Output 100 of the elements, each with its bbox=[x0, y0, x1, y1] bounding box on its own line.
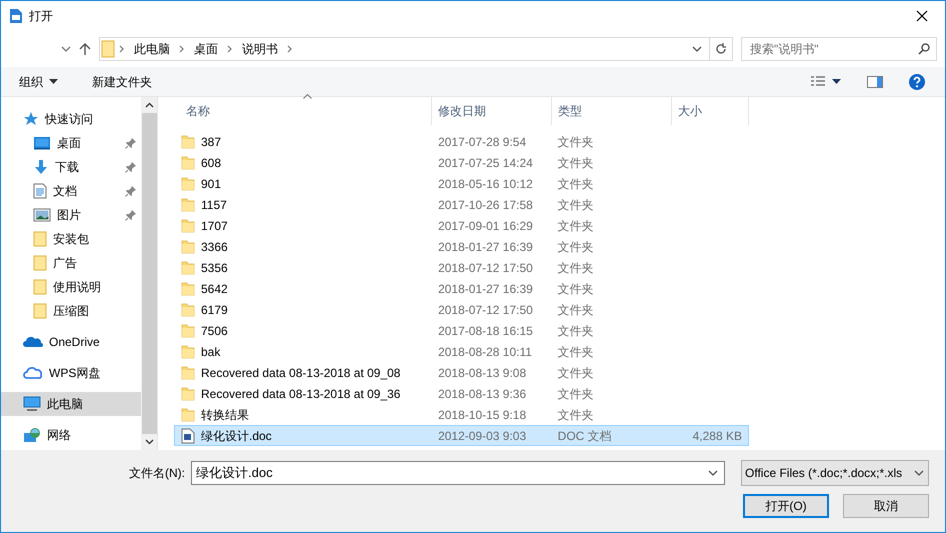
type-cell-text: 文件夹 bbox=[556, 238, 595, 256]
type-cell-text: 文件夹 bbox=[556, 344, 595, 360]
folder-icon bbox=[181, 282, 195, 296]
search-icon bbox=[918, 43, 930, 55]
arrow-up-icon bbox=[79, 42, 91, 56]
file-name: 1707 bbox=[201, 218, 228, 234]
nav-item[interactable]: 下载 bbox=[1, 155, 141, 179]
new-folder-button[interactable]: 新建文件夹 bbox=[82, 70, 162, 92]
file-row[interactable]: 901 2018-05-16 10:12 文件夹 bbox=[174, 173, 749, 194]
close-icon bbox=[916, 10, 928, 22]
date-cell-text: 2018-01-27 16:39 bbox=[437, 238, 534, 256]
date-cell-text: 2018-08-28 10:11 bbox=[437, 344, 533, 360]
cloud-icon bbox=[23, 335, 43, 349]
file-name: 608 bbox=[201, 154, 222, 172]
cancel-button[interactable]: 取消 bbox=[843, 494, 929, 518]
file-name: 5642 bbox=[201, 280, 228, 298]
desktop-icon bbox=[33, 136, 51, 150]
type-cell-text: 文件夹 bbox=[556, 176, 595, 192]
file-type-dropdown[interactable]: Office Files (*.doc;*.docx;*.xls bbox=[741, 460, 929, 486]
search-field[interactable]: 搜索"说明书" bbox=[741, 37, 937, 61]
type-cell-text: 文件夹 bbox=[556, 406, 595, 424]
file-name: 387 bbox=[201, 134, 222, 150]
chevron-down-icon bbox=[707, 468, 719, 478]
file-row[interactable]: Recovered data 08-13-2018 at 09_36 2018-08-13 9:36 文件夹 bbox=[174, 383, 749, 404]
folder-icon bbox=[181, 240, 195, 254]
type-cell-text: 文件夹 bbox=[556, 280, 595, 298]
computer-icon bbox=[23, 396, 41, 412]
nav-item[interactable]: 安装包 bbox=[1, 227, 141, 251]
date-cell-text: 2018-01-27 16:39 bbox=[437, 280, 534, 298]
column-header[interactable]: 修改日期 bbox=[432, 97, 552, 125]
date-cell-text: 2018-10-15 9:18 bbox=[437, 406, 528, 424]
file-row[interactable]: 1157 2017-10-26 17:58 文件夹 bbox=[174, 194, 749, 215]
scrollbar-thumb[interactable] bbox=[142, 113, 156, 434]
size-cell-text: 4,288 KB bbox=[692, 428, 743, 444]
nav-item[interactable]: 快速访问 bbox=[1, 107, 141, 131]
file-row[interactable]: 7506 2017-08-18 16:15 文件夹 bbox=[174, 320, 749, 341]
file-row[interactable]: 6179 2018-07-12 17:50 文件夹 bbox=[174, 299, 749, 320]
column-header[interactable]: 大小 bbox=[672, 97, 749, 125]
folder-icon bbox=[181, 156, 195, 170]
file-name: 1157 bbox=[201, 196, 227, 214]
file-row[interactable]: 绿化设计.doc 2012-09-03 9:03 DOC 文档 4,288 KB bbox=[174, 425, 749, 446]
document-icon bbox=[33, 183, 47, 199]
nav-item[interactable]: WPS网盘 bbox=[1, 361, 141, 385]
picture-icon bbox=[33, 208, 51, 222]
date-cell-text: 2017-08-18 16:15 bbox=[437, 322, 534, 340]
folder-icon bbox=[181, 134, 195, 148]
type-cell-text: 文件夹 bbox=[556, 196, 595, 214]
document-icon bbox=[9, 8, 23, 24]
breadcrumb-link[interactable]: 桌面 bbox=[188, 40, 224, 58]
file-name: 转换结果 bbox=[201, 406, 249, 424]
nav-item[interactable]: 此电脑 bbox=[1, 392, 141, 416]
recent-locations-button[interactable] bbox=[61, 45, 71, 53]
type-cell-text: 文件夹 bbox=[556, 364, 595, 382]
file-row[interactable]: 608 2017-07-25 14:24 文件夹 bbox=[174, 152, 749, 173]
column-header[interactable]: 名称 bbox=[174, 97, 432, 125]
nav-item[interactable]: 桌面 bbox=[1, 131, 141, 155]
date-cell-text: 2017-07-25 14:24 bbox=[437, 154, 534, 172]
nav-item[interactable]: 网络 bbox=[1, 423, 141, 447]
file-name: 3366 bbox=[201, 238, 228, 256]
nav-item[interactable]: OneDrive bbox=[1, 330, 141, 354]
date-cell-text: 2017-10-26 17:58 bbox=[437, 196, 534, 214]
folder-icon bbox=[33, 279, 47, 295]
file-row[interactable]: bak 2018-08-28 10:11 文件夹 bbox=[174, 341, 749, 362]
up-button[interactable] bbox=[79, 42, 91, 56]
file-name: Recovered data 08-13-2018 at 09_36 bbox=[201, 386, 400, 402]
open-button[interactable]: 打开(O) bbox=[743, 494, 829, 518]
nav-item[interactable]: 使用说明 bbox=[1, 275, 141, 299]
file-row[interactable]: 1707 2017-09-01 16:29 文件夹 bbox=[174, 215, 749, 236]
file-name-field[interactable]: 绿化设计.doc bbox=[191, 461, 725, 485]
chevron-down-icon bbox=[691, 44, 703, 54]
type-cell-text: 文件夹 bbox=[556, 302, 595, 318]
star-icon bbox=[23, 111, 39, 127]
caret-icon bbox=[49, 79, 58, 84]
address-bar[interactable]: 此电脑 桌面 说明书 bbox=[99, 37, 733, 61]
file-row[interactable]: Recovered data 08-13-2018 at 09_08 2018-08-13 9:08 文件夹 bbox=[174, 362, 749, 383]
file-row[interactable]: 5642 2018-01-27 16:39 文件夹 bbox=[174, 278, 749, 299]
nav-item[interactable]: 文档 bbox=[1, 179, 141, 203]
nav-item[interactable]: 压缩图 bbox=[1, 299, 141, 323]
file-row[interactable]: 387 2017-07-28 9:54 文件夹 bbox=[174, 131, 749, 152]
date-cell-text: 2018-08-13 9:08 bbox=[437, 364, 528, 382]
file-row[interactable]: 5356 2018-07-12 17:50 文件夹 bbox=[174, 257, 749, 278]
type-cell-text: 文件夹 bbox=[556, 218, 595, 234]
folder-icon bbox=[33, 255, 47, 271]
file-name: 7506 bbox=[201, 322, 228, 340]
file-row[interactable]: 3366 2018-01-27 16:39 文件夹 bbox=[174, 236, 749, 257]
file-name: bak bbox=[201, 344, 220, 360]
network-icon bbox=[23, 427, 41, 443]
preview-pane-icon bbox=[867, 76, 883, 88]
nav-item[interactable]: 图片 bbox=[1, 203, 141, 227]
nav-item[interactable]: 广告 bbox=[1, 251, 141, 275]
date-cell-text: 2012-09-03 9:03 bbox=[437, 428, 528, 444]
file-row[interactable]: 转换结果 2018-10-15 9:18 文件夹 bbox=[174, 404, 749, 425]
breadcrumb-link[interactable]: 此电脑 bbox=[128, 40, 176, 58]
breadcrumb-link[interactable]: 说明书 bbox=[236, 40, 284, 58]
file-name-label: 文件名(N): bbox=[129, 465, 185, 482]
folder-icon bbox=[181, 198, 195, 212]
folder-icon bbox=[181, 302, 195, 316]
file-name: 5356 bbox=[201, 260, 228, 276]
organize-menu-button[interactable]: 组织 bbox=[9, 70, 68, 92]
column-header[interactable]: 类型 bbox=[552, 97, 672, 125]
